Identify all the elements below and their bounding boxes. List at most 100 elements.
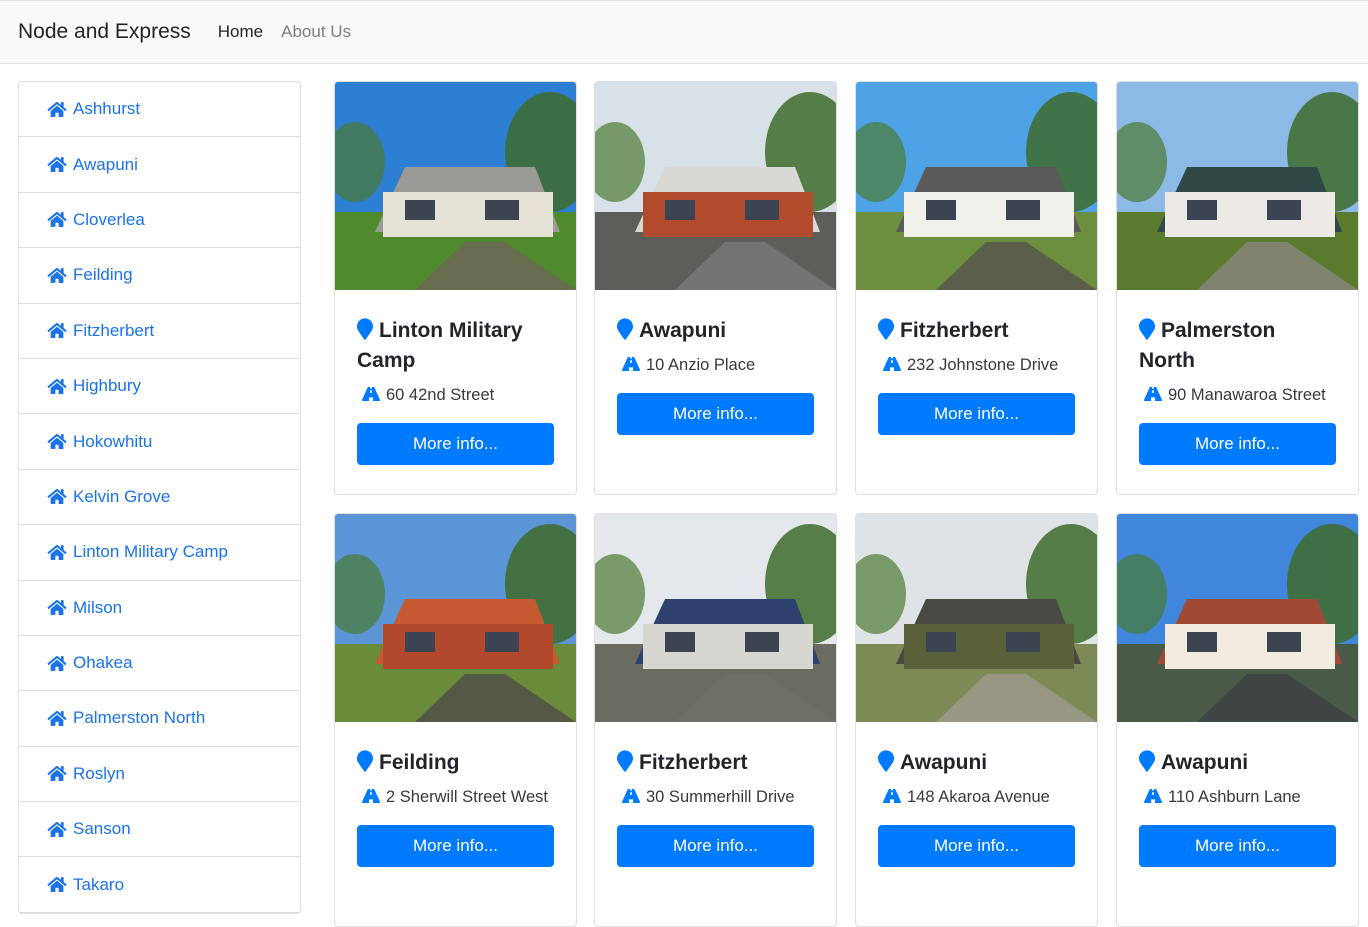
home-icon bbox=[47, 765, 67, 782]
map-marker-icon bbox=[617, 750, 633, 772]
listing-address-text: 2 Sherwill Street West bbox=[386, 788, 549, 806]
listing-suburb: Fitzherbert bbox=[878, 316, 1075, 346]
home-icon bbox=[47, 433, 67, 450]
listing-suburb: Awapuni bbox=[617, 316, 814, 346]
sidebar-item-takaro[interactable]: Takaro bbox=[19, 857, 300, 913]
map-marker-icon bbox=[357, 750, 373, 772]
sidebar-item-label: Roslyn bbox=[73, 763, 125, 783]
listing-suburb: Palmerston North bbox=[1139, 316, 1336, 376]
brand-link[interactable]: Node and Express bbox=[18, 20, 191, 44]
listing-address-text: 148 Akaroa Avenue bbox=[907, 788, 1050, 806]
listing-card: Awapuni 148 Akaroa Avenue More info... bbox=[855, 513, 1098, 927]
house-photo bbox=[1117, 82, 1358, 290]
listing-suburb-text: Awapuni bbox=[1161, 751, 1249, 774]
road-icon bbox=[361, 386, 381, 402]
sidebar-item-label: Takaro bbox=[73, 874, 125, 894]
listing-suburb-text: Feilding bbox=[379, 751, 460, 774]
more-info-button[interactable]: More info... bbox=[617, 393, 814, 435]
sidebar-item-ashhurst[interactable]: Ashhurst bbox=[19, 82, 300, 138]
sidebar-item-kelvin-grove[interactable]: Kelvin Grove bbox=[19, 470, 300, 526]
sidebar-item-awapuni[interactable]: Awapuni bbox=[19, 137, 300, 193]
sidebar-item-sanson[interactable]: Sanson bbox=[19, 802, 300, 858]
sidebar-item-label: Feilding bbox=[73, 265, 133, 285]
sidebar-item-fitzherbert[interactable]: Fitzherbert bbox=[19, 304, 300, 359]
suburb-list: Ashhurst Awapuni Cloverlea Feilding Fitzherb… bbox=[18, 81, 301, 914]
home-icon bbox=[47, 599, 67, 616]
listing-card: Feilding 2 Sherwill Street West More info.… bbox=[334, 513, 577, 927]
sidebar-item-palmerston-north[interactable]: Palmerston North bbox=[19, 691, 300, 747]
road-icon bbox=[882, 788, 902, 804]
sidebar-item-milson[interactable]: Milson bbox=[19, 581, 300, 636]
more-info-button[interactable]: More info... bbox=[878, 825, 1075, 867]
sidebar-item-linton-military-camp[interactable]: Linton Military Camp bbox=[19, 525, 300, 581]
sidebar-item-label: Cloverlea bbox=[73, 209, 145, 229]
sidebar-item-roslyn[interactable]: Roslyn bbox=[19, 747, 300, 803]
sidebar-item-ohakea[interactable]: Ohakea bbox=[19, 636, 300, 692]
sidebar-item-label: Hokowhitu bbox=[73, 431, 153, 451]
listing-card: Palmerston North 90 Manawaroa Street More … bbox=[1116, 81, 1359, 495]
house-photo bbox=[856, 514, 1097, 722]
nav-home-link[interactable]: Home bbox=[218, 22, 263, 42]
listing-address-text: 110 Ashburn Lane bbox=[1168, 788, 1301, 806]
listing-suburb-text: Fitzherbert bbox=[900, 319, 1009, 342]
listing-card: Linton Military Camp 60 42nd Street More i… bbox=[334, 81, 577, 495]
more-info-button[interactable]: More info... bbox=[617, 825, 814, 867]
listing-card: Fitzherbert 30 Summerhill Drive More info.… bbox=[594, 513, 837, 927]
map-marker-icon bbox=[617, 318, 633, 340]
listing-address-text: 232 Johnstone Drive bbox=[907, 356, 1059, 374]
more-info-button[interactable]: More info... bbox=[878, 393, 1075, 435]
home-icon bbox=[47, 544, 67, 561]
listing-suburb-text: Awapuni bbox=[639, 319, 727, 342]
house-photo bbox=[856, 82, 1097, 290]
home-icon bbox=[47, 101, 67, 118]
listing-suburb: Awapuni bbox=[878, 748, 1075, 778]
more-info-button[interactable]: More info... bbox=[1139, 825, 1336, 867]
home-icon bbox=[47, 821, 67, 838]
sidebar-item-label: Linton Military Camp bbox=[73, 542, 228, 562]
road-icon bbox=[621, 356, 641, 372]
road-icon bbox=[361, 788, 381, 804]
listing-address: 90 Manawaroa Street bbox=[1139, 382, 1336, 409]
home-icon bbox=[47, 378, 67, 395]
listing-address-text: 60 42nd Street bbox=[386, 386, 495, 404]
listing-card: Awapuni 110 Ashburn Lane More info... bbox=[1116, 513, 1359, 927]
map-marker-icon bbox=[1139, 318, 1155, 340]
listing-suburb-text: Fitzherbert bbox=[639, 751, 748, 774]
listing-address: 60 42nd Street bbox=[357, 382, 554, 409]
listing-address: 10 Anzio Place bbox=[617, 352, 814, 379]
listing-suburb: Feilding bbox=[357, 748, 554, 778]
listing-suburb-text: Awapuni bbox=[900, 751, 988, 774]
house-photo bbox=[595, 82, 836, 290]
sidebar-item-label: Kelvin Grove bbox=[73, 486, 171, 506]
listing-suburb: Linton Military Camp bbox=[357, 316, 554, 376]
map-marker-icon bbox=[878, 750, 894, 772]
listing-address: 232 Johnstone Drive bbox=[878, 352, 1075, 379]
home-icon bbox=[47, 156, 67, 173]
home-icon bbox=[47, 655, 67, 672]
listing-address-text: 10 Anzio Place bbox=[646, 356, 756, 374]
road-icon bbox=[1143, 788, 1163, 804]
more-info-button[interactable]: More info... bbox=[1139, 423, 1336, 465]
listing-address-text: 90 Manawaroa Street bbox=[1168, 386, 1326, 404]
listing-card: Awapuni 10 Anzio Place More info... bbox=[594, 81, 837, 495]
more-info-button[interactable]: More info... bbox=[357, 423, 554, 465]
sidebar-item-label: Milson bbox=[73, 597, 123, 617]
listing-address: 148 Akaroa Avenue bbox=[878, 784, 1075, 811]
listing-suburb: Awapuni bbox=[1139, 748, 1336, 778]
home-icon bbox=[47, 267, 67, 284]
sidebar-item-label: Fitzherbert bbox=[73, 320, 155, 340]
house-photo bbox=[1117, 514, 1358, 722]
map-marker-icon bbox=[878, 318, 894, 340]
sidebar-item-highbury[interactable]: Highbury bbox=[19, 359, 300, 415]
sidebar-item-hokowhitu[interactable]: Hokowhitu bbox=[19, 414, 300, 470]
nav-about-link[interactable]: About Us bbox=[281, 22, 351, 42]
sidebar-item-cloverlea[interactable]: Cloverlea bbox=[19, 193, 300, 249]
map-marker-icon bbox=[1139, 750, 1155, 772]
house-photo bbox=[335, 514, 576, 722]
home-icon bbox=[47, 211, 67, 228]
listing-address: 2 Sherwill Street West bbox=[357, 784, 554, 811]
house-photo bbox=[595, 514, 836, 722]
listing-suburb-text: Palmerston North bbox=[1139, 319, 1276, 372]
sidebar-item-feilding[interactable]: Feilding bbox=[19, 248, 300, 304]
more-info-button[interactable]: More info... bbox=[357, 825, 554, 867]
